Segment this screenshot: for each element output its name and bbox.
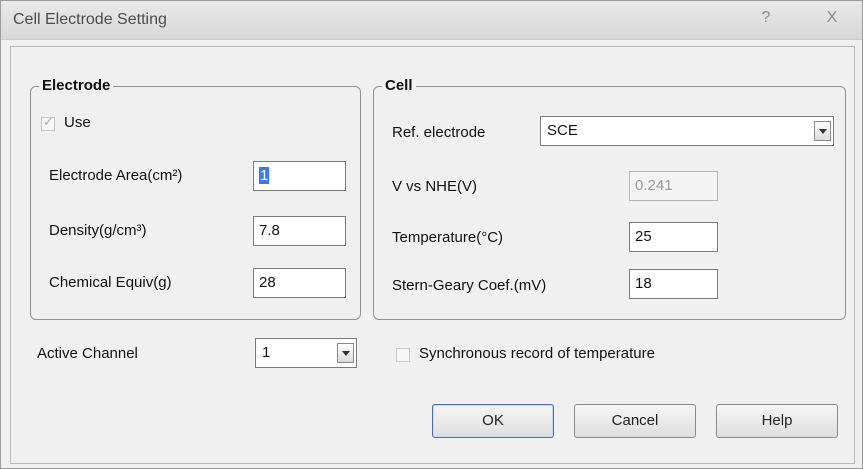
ok-button[interactable]: OK xyxy=(432,404,554,438)
chevron-down-icon[interactable] xyxy=(337,343,354,363)
close-icon[interactable]: X xyxy=(821,9,843,27)
chevron-down-icon[interactable] xyxy=(814,121,831,141)
chemical-equiv-label: Chemical Equiv(g) xyxy=(49,274,172,291)
cancel-button[interactable]: Cancel xyxy=(574,404,696,438)
density-label: Density(g/cm³) xyxy=(49,222,147,239)
chemical-equiv-input[interactable]: 28 xyxy=(253,268,346,298)
ref-electrode-dropdown[interactable]: SCE xyxy=(540,116,834,146)
stern-geary-input[interactable]: 18 xyxy=(629,269,718,299)
cell-electrode-setting-dialog: Cell Electrode Setting ? X Electrode Use… xyxy=(0,0,863,469)
help-icon[interactable]: ? xyxy=(755,9,777,27)
v-vs-nhe-label: V vs NHE(V) xyxy=(392,178,478,195)
electrode-area-label: Electrode Area(cm²) xyxy=(49,167,183,184)
cell-group-title: Cell xyxy=(382,77,416,94)
v-vs-nhe-input: 0.241 xyxy=(629,171,718,201)
sync-temperature-label: Synchronous record of temperature xyxy=(419,345,655,362)
dialog-title: Cell Electrode Setting xyxy=(13,11,167,28)
active-channel-value: 1 xyxy=(262,344,271,361)
dialog-body: Electrode Use Electrode Area(cm²) 1 Dens… xyxy=(10,46,855,464)
cell-group: Cell Ref. electrode SCE V vs NHE(V) 0.24… xyxy=(373,77,846,320)
use-checkbox[interactable] xyxy=(41,115,55,131)
electrode-group-title: Electrode xyxy=(39,77,114,94)
density-input[interactable]: 7.8 xyxy=(253,216,346,246)
temperature-input[interactable]: 25 xyxy=(629,222,718,252)
active-channel-label: Active Channel xyxy=(37,345,138,362)
help-button[interactable]: Help xyxy=(716,404,838,438)
use-label: Use xyxy=(64,114,91,131)
active-channel-dropdown[interactable]: 1 xyxy=(255,338,357,368)
electrode-area-value: 1 xyxy=(259,167,270,184)
ref-electrode-label: Ref. electrode xyxy=(392,124,486,141)
electrode-area-input[interactable]: 1 xyxy=(253,161,346,191)
sync-temperature-checkbox[interactable] xyxy=(396,348,410,362)
electrode-group: Electrode Use Electrode Area(cm²) 1 Dens… xyxy=(30,77,361,320)
ref-electrode-value: SCE xyxy=(547,122,578,139)
stern-geary-label: Stern-Geary Coef.(mV) xyxy=(392,277,547,294)
temperature-label: Temperature(°C) xyxy=(392,229,504,246)
title-bar[interactable]: Cell Electrode Setting ? X xyxy=(1,1,862,40)
